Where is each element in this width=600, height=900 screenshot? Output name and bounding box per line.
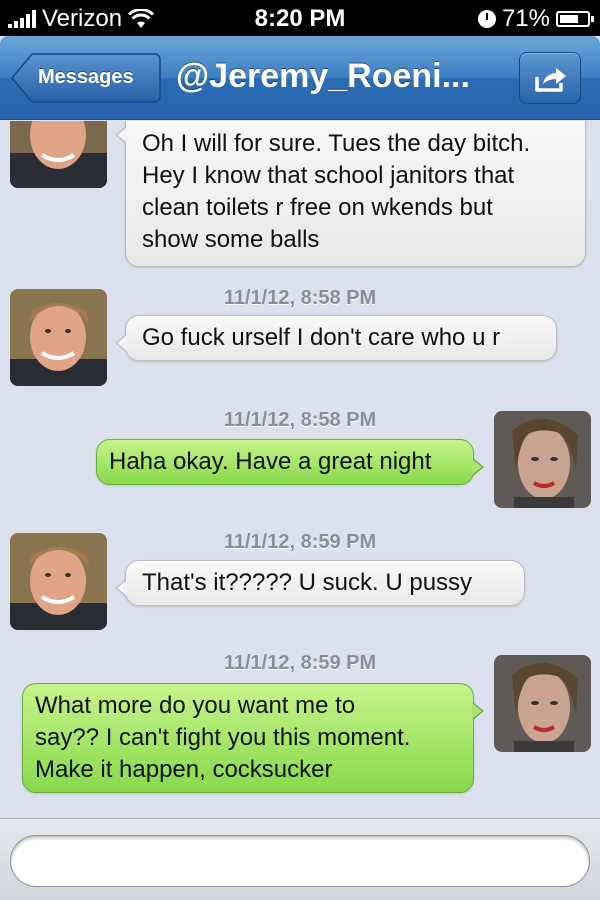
message-text-line: clean toilets r free on wkends but [142,194,493,221]
navigation-bar: Messages @Jeremy_Roeni... [0,36,600,120]
battery-percent: 71% [501,5,550,32]
message-text-line: Haha okay. Have a great night [109,448,432,475]
message-text-line: Make it happen, cocksucker [35,756,333,783]
message-text-line: That's it????? U suck. U pussy [142,569,473,596]
message-text-line: What more do you want me to [35,692,356,719]
user-avatar [494,655,591,752]
messages-back-button[interactable]: Messages [10,52,162,104]
compose-bar [0,818,600,900]
status-right-group: 71% [477,5,594,33]
share-button[interactable] [519,52,581,104]
user-avatar [494,411,591,508]
status-bar: Verizon 8:20 PM 71% [0,0,600,36]
contact-avatar [10,121,107,188]
message-text-line: Go fuck urself I don't care who u r [142,324,501,351]
contact-avatar [10,289,107,386]
message-bubble-incoming[interactable]: Go fuck urself I don't care who u r [115,315,557,361]
message-text-line: say?? I can't fight you this moment. [35,724,411,751]
message-bubble-outgoing[interactable]: Haha okay. Have a great night [96,439,484,485]
message-bubble-incoming[interactable]: That's it????? U suck. U pussy [115,560,525,606]
message-bubble-incoming[interactable]: Oh I will for sure. Tues the day bitch. … [115,121,586,267]
contact-avatar [10,533,107,630]
message-text-line: show some balls [142,226,320,253]
share-icon [535,68,566,92]
message-text-line: Oh I will for sure. Tues the day bitch. [142,130,531,157]
battery-icon [556,11,594,27]
conversation-view[interactable]: Oh I will for sure. Tues the day bitch. … [0,121,600,818]
message-input[interactable] [10,835,590,887]
message-text-line: Hey I know that school janitors that [142,162,515,189]
conversation-title: @Jeremy_Roeni... [176,57,470,95]
clock-icon [477,10,496,28]
back-button-label: Messages [38,66,134,88]
message-bubble-outgoing[interactable]: What more do you want me to say?? I can'… [22,683,484,793]
